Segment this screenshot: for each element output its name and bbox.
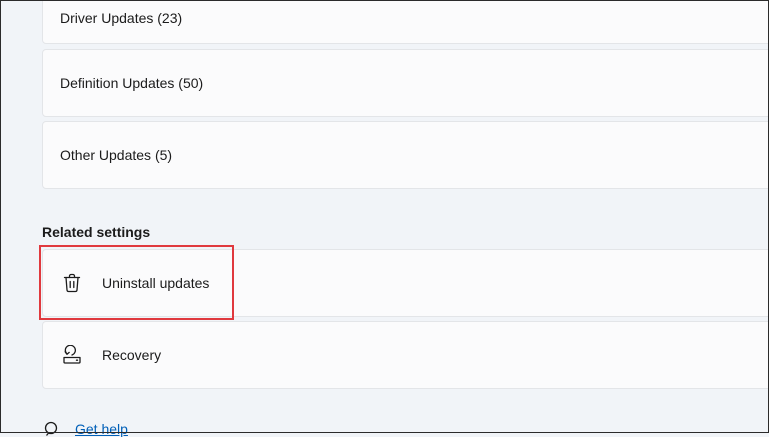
other-updates-card[interactable]: Other Updates (5) xyxy=(42,121,769,189)
other-updates-label: Other Updates (5) xyxy=(60,147,173,163)
driver-updates-card[interactable]: Driver Updates (23) xyxy=(42,0,769,44)
help-icon xyxy=(44,421,60,437)
uninstall-updates-label: Uninstall updates xyxy=(102,275,210,291)
definition-updates-label: Definition Updates (50) xyxy=(60,75,204,91)
uninstall-updates-item[interactable]: Uninstall updates xyxy=(42,249,769,317)
get-help-link[interactable]: Get help xyxy=(44,421,128,437)
trash-icon xyxy=(62,273,82,293)
driver-updates-label: Driver Updates (23) xyxy=(60,10,183,26)
get-help-label[interactable]: Get help xyxy=(75,421,128,437)
related-settings-heading: Related settings xyxy=(42,224,151,240)
recovery-label: Recovery xyxy=(102,347,162,363)
definition-updates-card[interactable]: Definition Updates (50) xyxy=(42,49,769,117)
recovery-icon xyxy=(62,345,82,365)
recovery-item[interactable]: Recovery xyxy=(42,321,769,389)
